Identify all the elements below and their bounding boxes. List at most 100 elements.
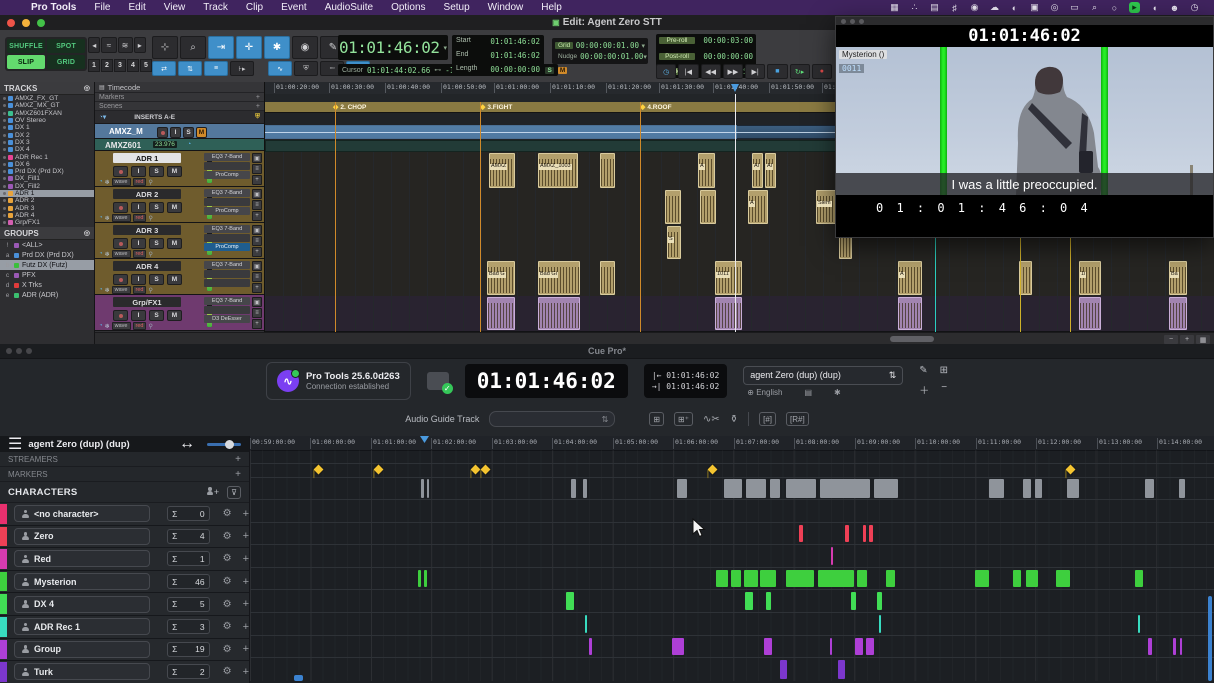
- track-header[interactable]: ADR 1 ▣ I S M ◔ ❄ wave red ⚲: [95, 151, 264, 187]
- menu-status-icon[interactable]: ◐: [1009, 2, 1020, 13]
- zoom-preset-button[interactable]: 3: [114, 59, 126, 72]
- character-add-cue-icon[interactable]: +: [243, 643, 249, 655]
- go-to-end-button[interactable]: ▶|: [745, 64, 765, 79]
- character-settings-icon[interactable]: ⚙: [223, 621, 232, 632]
- cue-clip[interactable]: [851, 592, 856, 610]
- group-list-item[interactable]: a Prd DX (Prd DX): [0, 250, 94, 260]
- trim-tool-button[interactable]: ⇥: [208, 36, 234, 59]
- track-list-item[interactable]: AMXZ_FX_GT: [0, 95, 94, 102]
- audio-clip[interactable]: AMXZ: [489, 153, 515, 188]
- record-enable-button[interactable]: [113, 238, 128, 249]
- track-header[interactable]: ADR 3 ▣ I S M ◔ ❄ wave red ⚲: [95, 223, 264, 259]
- marker-diamond[interactable]: [374, 465, 384, 475]
- insert-slot-c[interactable]: D3 DeEsser: [204, 315, 250, 323]
- insert-slot-b[interactable]: [204, 270, 250, 278]
- scrubber-tool-button[interactable]: ◉: [292, 36, 318, 59]
- menu-file[interactable]: File: [85, 2, 119, 13]
- menu-status-icon[interactable]: ▭: [1069, 2, 1080, 13]
- edit-cue-button[interactable]: ✎: [919, 365, 927, 376]
- record-button[interactable]: ●: [812, 64, 832, 79]
- cue-clip[interactable]: [886, 570, 895, 588]
- zoom-out-button[interactable]: −: [1164, 335, 1178, 344]
- insertion-follows-button[interactable]: ≡: [204, 61, 228, 76]
- insert-slot-b[interactable]: [204, 306, 250, 314]
- track-visible-dot[interactable]: [3, 185, 6, 188]
- track-visible-dot[interactable]: [3, 199, 6, 202]
- solo-button[interactable]: S: [149, 166, 164, 177]
- character-row[interactable]: Group Σ19 ⚙ +: [0, 639, 249, 662]
- solo-button[interactable]: S: [149, 202, 164, 213]
- audio-guide-select[interactable]: ⇅: [489, 411, 615, 427]
- mute-button[interactable]: M: [167, 274, 182, 285]
- track-visible-dot[interactable]: [3, 207, 6, 210]
- solo-button[interactable]: S: [149, 238, 164, 249]
- character-name-field[interactable]: DX 4: [14, 596, 150, 613]
- preroll-label[interactable]: Pre-roll: [659, 37, 695, 44]
- lane-dx4[interactable]: [250, 590, 1214, 613]
- spot-mode-button[interactable]: SPOT: [47, 39, 85, 53]
- cue-clip[interactable]: [1013, 570, 1021, 588]
- track-list-item[interactable]: DX 3: [0, 139, 94, 146]
- track-visible-dot[interactable]: [3, 112, 6, 115]
- track-add-insert-button[interactable]: +: [252, 175, 262, 185]
- streamers-row[interactable]: STREAMERS+: [0, 452, 249, 467]
- timebase-icon[interactable]: ◔: [99, 215, 103, 221]
- audio-clip[interactable]: [715, 297, 742, 330]
- play-button[interactable]: ↻▸: [790, 64, 810, 79]
- menu-window[interactable]: Window: [479, 2, 533, 13]
- horizontal-scrollbar[interactable]: [890, 336, 934, 342]
- track-visible-dot[interactable]: [3, 97, 6, 100]
- track-add-insert-button[interactable]: +: [252, 319, 262, 329]
- track-header-amxz-m[interactable]: AMXZ_M I S M: [95, 124, 264, 139]
- playlist-badge[interactable]: red: [133, 322, 147, 330]
- track-list-item[interactable]: ADR 1: [0, 190, 94, 197]
- cue-clip[interactable]: [1148, 638, 1152, 656]
- audio-clip[interactable]: [1169, 297, 1187, 330]
- mirrored-midi-button[interactable]: ∿: [268, 61, 292, 76]
- track-visible-dot[interactable]: [3, 148, 6, 151]
- slider-knob[interactable]: [225, 440, 234, 449]
- preroll-value[interactable]: 00:00:00:00: [703, 52, 753, 61]
- track-header-amxz601[interactable]: AMXZ601 23.976 ◔: [95, 139, 264, 151]
- close-window-button[interactable]: [841, 19, 846, 24]
- track-visible-dot[interactable]: [3, 156, 6, 159]
- cuepro-grid[interactable]: 00:59:00:0001:00:00:0001:01:00:0001:02:0…: [250, 436, 1214, 683]
- insert-slot-b[interactable]: [204, 162, 250, 170]
- audio-clip[interactable]: A: [698, 153, 715, 188]
- marker-diamond[interactable]: [471, 465, 481, 475]
- cue-clip[interactable]: [857, 570, 867, 588]
- insert-slot-c[interactable]: ProComp: [204, 243, 250, 251]
- audio-clip[interactable]: 1i: [1079, 261, 1101, 295]
- record-enable-button[interactable]: [113, 274, 128, 285]
- track-name[interactable]: AMXZ_M: [109, 127, 143, 136]
- elastic-audio-icon[interactable]: ❄: [105, 323, 110, 330]
- audio-clip[interactable]: A: [898, 261, 922, 295]
- menu-status-icon[interactable]: ∴: [909, 2, 920, 13]
- zoom-in-arrow-button[interactable]: ▸: [134, 37, 146, 53]
- audio-clip[interactable]: [898, 297, 922, 330]
- playlist-badge[interactable]: red: [133, 214, 147, 222]
- elastic-audio-icon[interactable]: ❄: [105, 215, 110, 222]
- character-row[interactable]: Red Σ1 ⚙ +: [0, 548, 249, 571]
- character-settings-icon[interactable]: ⚙: [223, 576, 232, 587]
- character-add-cue-icon[interactable]: +: [243, 621, 249, 633]
- cuepro-ruler[interactable]: 00:59:00:0001:00:00:0001:01:00:0001:02:0…: [250, 436, 1214, 451]
- lane-adr4[interactable]: Bad GBad Gi1011A1iBa: [265, 260, 1214, 297]
- cue-clip[interactable]: [744, 570, 758, 588]
- tab-to-transient-button[interactable]: ⊦▸: [230, 61, 254, 76]
- track-visible-dot[interactable]: [3, 170, 6, 173]
- timebase-icon[interactable]: ◔: [99, 287, 103, 293]
- script-doc-icon[interactable]: ▤: [804, 388, 812, 397]
- lane-zero[interactable]: [250, 523, 1214, 546]
- cue-clip[interactable]: [855, 638, 863, 656]
- settings-asterisk-icon[interactable]: ✱: [834, 388, 841, 397]
- h-zoom-icon[interactable]: ↔: [179, 435, 195, 453]
- track-list-item[interactable]: DX_Fill2: [0, 183, 94, 190]
- audio-clip[interactable]: Ba: [1169, 261, 1187, 295]
- audio-clip[interactable]: Bad Gi: [538, 261, 580, 295]
- grabber-tool-button[interactable]: ✱: [264, 36, 290, 59]
- audio-clip[interactable]: [1079, 297, 1101, 330]
- audio-clip[interactable]: Al: [752, 153, 763, 188]
- input-monitor-button[interactable]: I: [131, 274, 146, 285]
- audio-clip[interactable]: [665, 190, 681, 224]
